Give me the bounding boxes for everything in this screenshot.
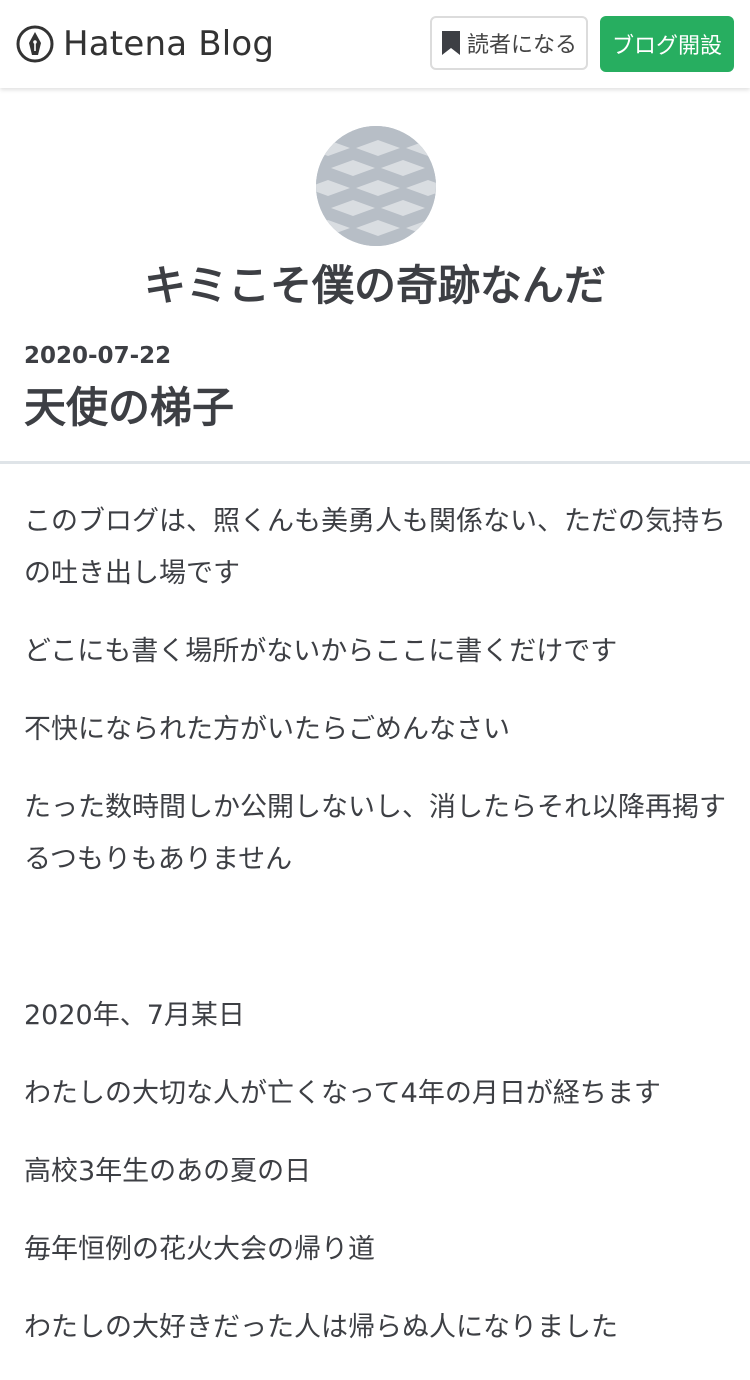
blog-avatar[interactable] <box>316 126 436 246</box>
entry-paragraph: どこにも書く場所がないからここに書くだけです <box>24 636 618 667</box>
avatar-pattern-image <box>316 126 436 246</box>
entry-paragraph: わたしの大好きだった人は帰らぬ人になりました <box>24 1312 618 1343</box>
hatena-blog-logo[interactable]: Hatena Blog <box>16 24 274 64</box>
entry-paragraph: 不快になられた方がいたらごめんなさい <box>24 714 510 745</box>
pen-nib-icon <box>16 25 54 63</box>
entry-paragraph: このブログは、照くんも美勇人も関係ない、ただの気持ちの吐き出し場です <box>24 506 726 589</box>
entry-body: このブログは、照くんも美勇人も関係ない、ただの気持ちの吐き出し場です どこにも書… <box>24 496 730 1380</box>
logo-text: Hatena Blog <box>63 24 275 64</box>
entry-paragraph: 2020年、7月某日 <box>24 1000 245 1031</box>
bookmark-icon <box>441 31 460 55</box>
entry-paragraph: わたしの大切な人が亡くなって4年の月日が経ちます <box>24 1078 661 1109</box>
global-header: Hatena Blog 読者になる ブログ開設 <box>0 0 750 88</box>
entry-date[interactable]: 2020-07-22 <box>24 343 171 369</box>
entry-title[interactable]: 天使の梯子 <box>24 374 234 435</box>
entry-paragraph: たった数時間しか公開しないし、消したらそれ以降再掲するつもりもありません <box>24 792 726 875</box>
entry-blank-line <box>24 912 730 964</box>
blog-title[interactable]: キミこそ僕の奇跡なんだ <box>0 252 750 313</box>
entry-paragraph: 高校3年生のあの夏の日 <box>24 1156 312 1187</box>
subscribe-label: 読者になる <box>466 33 577 58</box>
entry-paragraph: 毎年恒例の花火大会の帰り道 <box>24 1234 375 1265</box>
divider <box>0 461 750 464</box>
open-blog-button[interactable]: ブログ開設 <box>600 16 734 72</box>
subscribe-button[interactable]: 読者になる <box>430 16 588 70</box>
